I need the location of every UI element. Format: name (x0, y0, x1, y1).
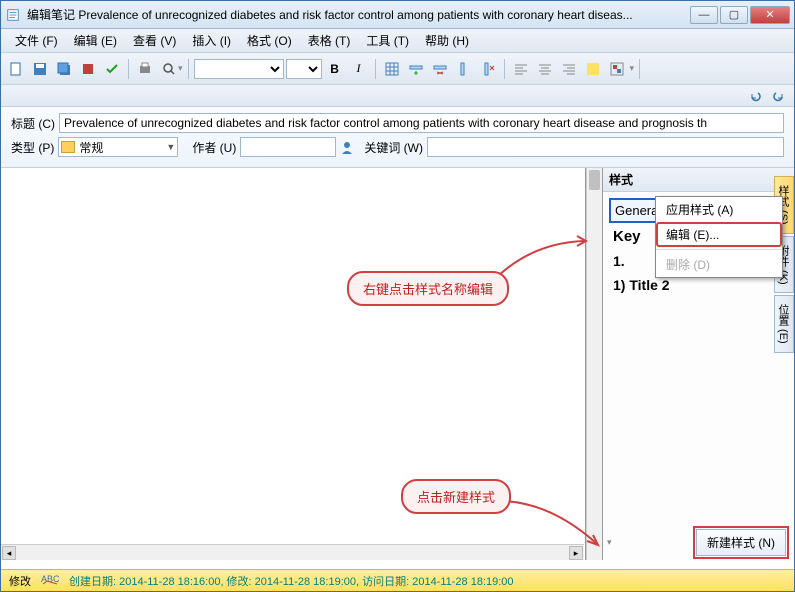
status-mod: 修改 (9, 573, 31, 589)
redo-icon[interactable] (770, 87, 788, 105)
bold-button[interactable]: B (324, 58, 346, 80)
menu-tools[interactable]: 工具 (T) (358, 29, 417, 52)
menu-help[interactable]: 帮助 (H) (417, 29, 477, 52)
delete-row-icon[interactable] (429, 58, 451, 80)
callout-edit-style: 右键点击样式名称编辑 (347, 271, 509, 306)
italic-button[interactable]: I (348, 58, 370, 80)
editor-hscroll[interactable]: ◂ ▸ (1, 544, 584, 560)
menu-table[interactable]: 表格 (T) (300, 29, 359, 52)
menu-view[interactable]: 查看 (V) (125, 29, 184, 52)
titlebar: 编辑笔记 Prevalence of unrecognized diabetes… (1, 1, 794, 29)
new-icon[interactable] (5, 58, 27, 80)
check-icon[interactable] (101, 58, 123, 80)
save-icon[interactable] (29, 58, 51, 80)
context-delete-style: 删除 (D) (656, 252, 782, 277)
menu-file[interactable]: 文件 (F) (7, 29, 66, 52)
type-value: 常规 (79, 139, 103, 156)
fields-area: 标题 (C) 类型 (P) 常规 ▼ 作者 (U) 关键词 (W) (1, 107, 794, 168)
delete-col-icon[interactable] (477, 58, 499, 80)
align-right-icon[interactable] (558, 58, 580, 80)
author-label: 作者 (U) (192, 139, 236, 156)
table-icon[interactable] (381, 58, 403, 80)
keyword-input[interactable] (427, 137, 784, 157)
dropdown-arrow-icon[interactable]: ▾ (630, 63, 635, 74)
new-style-button[interactable]: 新建样式 (N) (696, 529, 786, 556)
app-icon (5, 7, 21, 23)
hscroll-left-icon[interactable]: ◂ (2, 546, 16, 560)
align-center-icon[interactable] (534, 58, 556, 80)
styles-panel: 样式 × General Key 1. 1) Title 2 应用样式 (A) … (602, 168, 794, 560)
author-input[interactable] (240, 137, 336, 157)
menu-edit[interactable]: 编辑 (E) (66, 29, 125, 52)
book-icon[interactable] (77, 58, 99, 80)
font-select[interactable] (194, 59, 284, 79)
dropdown-arrow-icon[interactable]: ▾ (178, 63, 183, 74)
styles-list: General Key 1. 1) Title 2 应用样式 (A) 编辑 (E… (603, 192, 794, 525)
maximize-button[interactable]: ▢ (720, 6, 748, 24)
title-input[interactable] (59, 113, 784, 133)
style-context-menu: 应用样式 (A) 编辑 (E)... 删除 (D) (655, 196, 783, 278)
statusbar: 修改 ABC 创建日期: 2014-11-28 18:16:00, 修改: 20… (1, 569, 794, 591)
menu-insert[interactable]: 插入 (I) (184, 29, 239, 52)
person-icon[interactable] (340, 140, 354, 154)
keyword-label: 关键词 (W) (364, 139, 423, 156)
minimize-button[interactable]: — (690, 6, 718, 24)
panel-arrow-icon[interactable]: ▾ (607, 537, 612, 548)
tab-position[interactable]: 位置 (E) (774, 295, 794, 353)
svg-text:ABC: ABC (41, 574, 59, 584)
saveall-icon[interactable] (53, 58, 75, 80)
callout-arrow-2 (501, 493, 601, 553)
callout-new-style: 点击新建样式 (401, 479, 511, 514)
toolbar-row2 (1, 85, 794, 107)
status-dates: 创建日期: 2014-11-28 18:16:00, 修改: 2014-11-2… (69, 573, 514, 589)
menu-format[interactable]: 格式 (O) (239, 29, 300, 52)
bg-color-icon[interactable] (606, 58, 628, 80)
folder-icon (61, 141, 75, 153)
menubar: 文件 (F) 编辑 (E) 查看 (V) 插入 (I) 格式 (O) 表格 (T… (1, 29, 794, 53)
insert-col-icon[interactable] (453, 58, 475, 80)
print-icon[interactable] (134, 58, 156, 80)
context-apply-style[interactable]: 应用样式 (A) (656, 197, 782, 222)
context-edit-style[interactable]: 编辑 (E)... (656, 222, 782, 247)
align-left-icon[interactable] (510, 58, 532, 80)
undo-icon[interactable] (746, 87, 764, 105)
window-controls: — ▢ ✕ (690, 6, 790, 24)
chevron-down-icon: ▼ (166, 142, 175, 152)
content-area: 样式 × General Key 1. 1) Title 2 应用样式 (A) … (1, 168, 794, 560)
search-icon[interactable] (158, 58, 180, 80)
type-label: 类型 (P) (11, 139, 54, 156)
highlight-icon[interactable] (582, 58, 604, 80)
close-button[interactable]: ✕ (750, 6, 790, 24)
toolbar: ▾ B I ▾ (1, 53, 794, 85)
fontsize-select[interactable] (286, 59, 322, 79)
insert-row-icon[interactable] (405, 58, 427, 80)
window-title: 编辑笔记 Prevalence of unrecognized diabetes… (27, 6, 690, 23)
type-select[interactable]: 常规 ▼ (58, 137, 178, 157)
styles-panel-title: 样式 (609, 171, 780, 188)
spellcheck-icon[interactable]: ABC (41, 573, 59, 588)
title-label: 标题 (C) (11, 115, 55, 132)
